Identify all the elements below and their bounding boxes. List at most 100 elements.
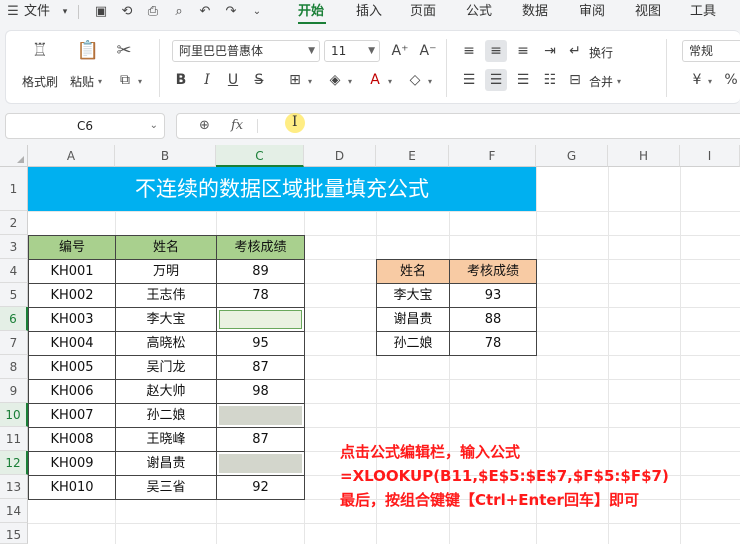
lookup-cell[interactable]: 谢昌贵 xyxy=(376,307,450,332)
align-left-icon[interactable]: ☰ xyxy=(458,69,480,91)
table-cell[interactable]: KH003 xyxy=(28,307,116,332)
table-cell[interactable]: 78 xyxy=(216,283,305,308)
column-header-c[interactable]: C xyxy=(216,145,304,167)
clear-format-icon[interactable]: ◇ xyxy=(404,69,426,91)
merge-dropdown-icon[interactable]: ▾ xyxy=(617,77,621,86)
column-header-f[interactable]: F xyxy=(449,145,536,167)
currency-dropdown-icon[interactable]: ▾ xyxy=(708,77,712,86)
table-header-cell[interactable]: 编号 xyxy=(28,235,116,260)
format-painter-icon[interactable]: ♖ xyxy=(28,39,52,63)
row-header[interactable]: 11 xyxy=(0,427,28,451)
column-header-g[interactable]: G xyxy=(536,145,608,167)
currency-button[interactable]: ¥ xyxy=(686,69,708,91)
column-header-d[interactable]: D xyxy=(304,145,376,167)
row-header-selected[interactable]: 6 xyxy=(0,307,28,331)
increase-font-icon[interactable]: A⁺ xyxy=(389,40,411,62)
wrap-text-label[interactable]: 换行 xyxy=(589,44,613,61)
clear-dropdown-icon[interactable]: ▾ xyxy=(428,77,432,86)
merge-label[interactable]: 合并 xyxy=(589,73,613,90)
font-size-select[interactable]: 11 ▼ xyxy=(324,40,380,62)
print-icon[interactable]: ⎙ xyxy=(144,3,162,21)
table-cell[interactable]: 92 xyxy=(216,475,305,500)
table-cell[interactable]: 孙二娘 xyxy=(115,403,217,428)
font-color-dropdown-icon[interactable]: ▾ xyxy=(388,77,392,86)
chevron-down-icon[interactable]: ▾ xyxy=(56,3,74,21)
formula-input[interactable]: ⊕ fx xyxy=(176,113,740,139)
lookup-cell[interactable]: 孙二娘 xyxy=(376,331,450,356)
italic-button[interactable]: I xyxy=(196,69,218,91)
table-cell[interactable]: 高晓松 xyxy=(115,331,217,356)
function-icon[interactable]: fx xyxy=(231,118,243,133)
hamburger-menu-icon[interactable]: ☰ xyxy=(4,3,22,21)
table-header-cell[interactable]: 姓名 xyxy=(115,235,217,260)
merge-icon[interactable]: ⊟ xyxy=(564,69,586,91)
zoom-icon[interactable]: ⊕ xyxy=(199,118,210,133)
redo-icon[interactable]: ↷ xyxy=(222,3,240,21)
align-right-icon[interactable]: ☰ xyxy=(512,69,534,91)
underline-button[interactable]: U xyxy=(222,69,244,91)
tab-data[interactable]: 数据 xyxy=(522,2,548,22)
border-icon[interactable]: ⊞ xyxy=(284,69,306,91)
table-cell[interactable]: KH004 xyxy=(28,331,116,356)
table-cell[interactable]: 吴门龙 xyxy=(115,355,217,380)
table-cell[interactable]: 李大宝 xyxy=(115,307,217,332)
tab-insert[interactable]: 插入 xyxy=(356,2,382,22)
font-name-select[interactable]: 阿里巴巴普惠体 ▼ xyxy=(172,40,320,62)
sheet-title[interactable]: 不连续的数据区域批量填充公式 xyxy=(28,167,536,211)
table-cell[interactable]: KH008 xyxy=(28,427,116,452)
selected-blank-cell[interactable] xyxy=(219,454,302,473)
row-header[interactable]: 3 xyxy=(0,235,28,259)
table-cell[interactable]: 吴三省 xyxy=(115,475,217,500)
lookup-cell[interactable]: 93 xyxy=(449,283,537,308)
table-cell[interactable]: KH009 xyxy=(28,451,116,476)
table-cell[interactable]: KH006 xyxy=(28,379,116,404)
column-header-b[interactable]: B xyxy=(115,145,216,167)
chevron-down-icon[interactable]: ⌄ xyxy=(150,114,158,138)
table-cell[interactable]: 95 xyxy=(216,331,305,356)
file-menu[interactable]: 文件 xyxy=(24,2,50,22)
tab-formula[interactable]: 公式 xyxy=(466,2,492,22)
undo-icon[interactable]: ↶ xyxy=(196,3,214,21)
select-all-corner[interactable] xyxy=(0,145,28,167)
lookup-cell[interactable]: 88 xyxy=(449,307,537,332)
table-cell[interactable]: 万明 xyxy=(115,259,217,284)
table-cell[interactable]: KH010 xyxy=(28,475,116,500)
table-cell[interactable]: 谢昌贵 xyxy=(115,451,217,476)
name-box[interactable]: C6 ⌄ xyxy=(5,113,165,139)
paste-label[interactable]: 粘贴 xyxy=(70,73,94,90)
bold-button[interactable]: B xyxy=(170,69,192,91)
table-cell[interactable]: 赵大帅 xyxy=(115,379,217,404)
table-header-cell[interactable]: 考核成绩 xyxy=(216,235,305,260)
table-cell[interactable]: 89 xyxy=(216,259,305,284)
table-cell[interactable]: 王志伟 xyxy=(115,283,217,308)
tab-home[interactable]: 开始 xyxy=(298,2,324,22)
row-header-selected[interactable]: 10 xyxy=(0,403,28,427)
row-header[interactable]: 1 xyxy=(0,167,28,211)
align-middle-icon[interactable]: ≡ xyxy=(485,40,507,62)
table-cell[interactable]: 87 xyxy=(216,427,305,452)
paste-icon[interactable]: 📋 xyxy=(76,39,100,63)
tab-tools[interactable]: 工具 xyxy=(690,2,716,22)
column-header-i[interactable]: I xyxy=(680,145,740,167)
row-header[interactable]: 15 xyxy=(0,523,28,544)
align-bottom-icon[interactable]: ≡ xyxy=(512,40,534,62)
row-header-selected[interactable]: 12 xyxy=(0,451,28,475)
tab-review[interactable]: 审阅 xyxy=(579,2,605,22)
decrease-font-icon[interactable]: A⁻ xyxy=(417,40,439,62)
border-dropdown-icon[interactable]: ▾ xyxy=(308,77,312,86)
align-top-icon[interactable]: ≡ xyxy=(458,40,480,62)
strikethrough-icon[interactable]: S̶ xyxy=(248,69,270,91)
font-color-icon[interactable]: A xyxy=(364,69,386,91)
copy-dropdown-icon[interactable]: ▾ xyxy=(138,77,142,86)
row-header[interactable]: 2 xyxy=(0,211,28,235)
column-header-e[interactable]: E xyxy=(376,145,449,167)
table-cell[interactable]: 王晓峰 xyxy=(115,427,217,452)
number-format-select[interactable]: 常规 xyxy=(682,40,740,62)
row-header[interactable]: 7 xyxy=(0,331,28,355)
tab-view[interactable]: 视图 xyxy=(635,2,661,22)
table-cell[interactable]: KH007 xyxy=(28,403,116,428)
table-cell[interactable]: KH001 xyxy=(28,259,116,284)
distributed-align-icon[interactable]: ☷ xyxy=(539,69,561,91)
row-header[interactable]: 5 xyxy=(0,283,28,307)
row-header[interactable]: 8 xyxy=(0,355,28,379)
